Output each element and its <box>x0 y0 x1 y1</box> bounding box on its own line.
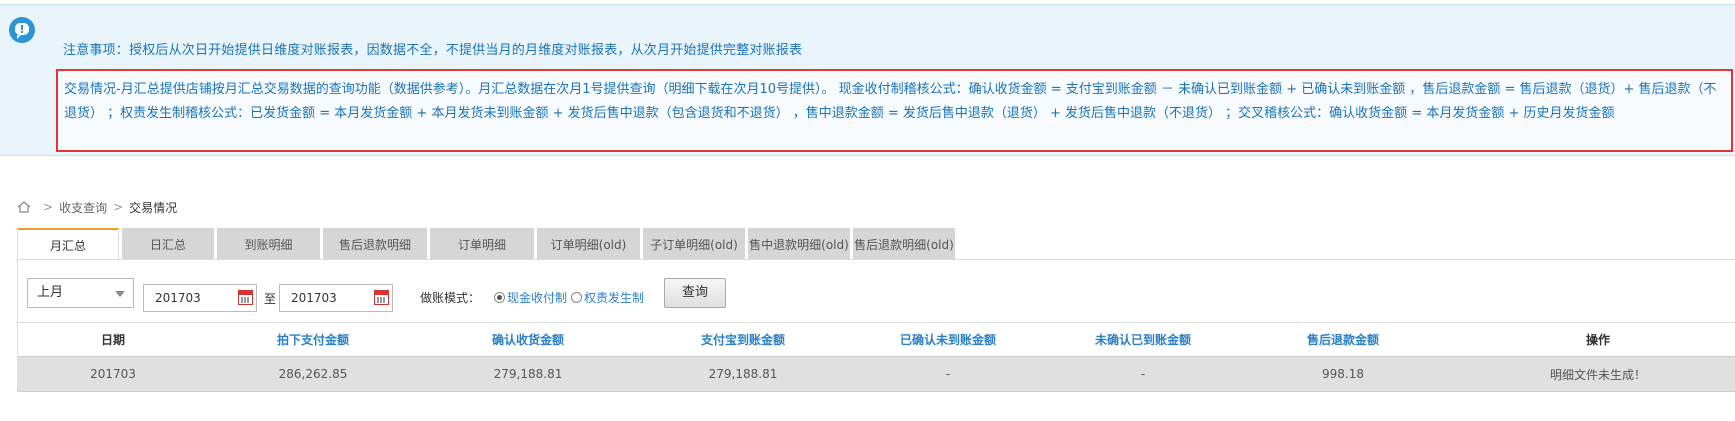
tab-aftersale-refund-detail[interactable]: 售后退款明细 <box>323 228 427 260</box>
tab-insale-refund-detail-old[interactable]: 售中退款明细(old) <box>748 228 850 260</box>
radio-checked-icon <box>494 292 505 303</box>
date-to-value: 201703 <box>291 291 337 305</box>
breadcrumb-item-current: 交易情况 <box>129 200 178 215</box>
cell-unconfirmed-arrived: - <box>1140 367 1146 381</box>
period-select[interactable]: 上月 <box>27 278 134 308</box>
header-unconfirmed-arrived[interactable]: 未确认已到账金额 <box>1048 323 1238 356</box>
period-select-value: 上月 <box>37 285 64 300</box>
header-confirmed-unarrived[interactable]: 已确认未到账金额 <box>848 323 1048 356</box>
cell-action-status: 明细文件未生成！ <box>1549 367 1646 382</box>
mode-accrual-label: 权责发生制 <box>584 291 645 305</box>
cell-confirmed-unarrived: - <box>945 367 951 381</box>
header-actions: 操作 <box>1585 333 1610 347</box>
table-row: 201703 286,262.85 279,188.81 279,188.81 … <box>17 356 1735 392</box>
tab-aftersale-refund-detail-old[interactable]: 售后退款明细(old) <box>853 228 955 260</box>
accounting-mode-label: 做账模式： <box>420 291 481 305</box>
chevron-right-icon: > <box>113 200 124 214</box>
cell-date: 201703 <box>90 367 136 381</box>
message-icon <box>9 17 35 43</box>
tab-suborder-detail-old[interactable]: 子订单明细(old) <box>643 228 745 260</box>
table-header: 日期 拍下支付金额 确认收货金额 支付宝到账金额 已确认未到账金额 未确认已到账… <box>17 322 1735 356</box>
mode-cash-label: 现金收付制 <box>507 291 568 305</box>
cell-paid-amount: 286,262.85 <box>278 367 348 381</box>
tab-order-detail[interactable]: 订单明细 <box>430 228 534 260</box>
notice-panel: 注意事项：授权后从次日开始提供日维度对账报表，因数据不全，不提供当月的月维度对账… <box>0 4 1735 156</box>
mode-accrual-radio[interactable]: 权责发生制 <box>571 289 644 306</box>
radio-unchecked-icon <box>571 292 582 303</box>
cell-confirmed-amount: 279,188.81 <box>493 367 563 381</box>
notice-title: 注意事项：授权后从次日开始提供日维度对账报表，因数据不全，不提供当月的月维度对账… <box>63 43 803 58</box>
header-paid-amount[interactable]: 拍下支付金额 <box>208 323 418 356</box>
tab-order-detail-old[interactable]: 订单明细(old) <box>537 228 640 260</box>
date-to-input[interactable]: 201703 <box>279 284 393 312</box>
header-date: 日期 <box>100 333 125 347</box>
breadcrumb-item-income[interactable]: 收支查询 <box>59 199 107 216</box>
tab-daily-summary[interactable]: 日汇总 <box>122 228 214 260</box>
chevron-down-icon <box>115 291 125 297</box>
chevron-right-icon: > <box>43 200 54 214</box>
header-alipay-amount[interactable]: 支付宝到账金额 <box>638 323 848 356</box>
date-range-separator: 至 <box>264 292 277 306</box>
notice-detail: 交易情况-月汇总提供店铺按月汇总交易数据的查询功能（数据供参考）。月汇总数据在次… <box>56 69 1733 152</box>
cell-aftersale-refund: 998.18 <box>1322 367 1364 381</box>
mode-cash-radio[interactable]: 现金收付制 <box>494 289 567 306</box>
header-aftersale-refund[interactable]: 售后退款金额 <box>1238 323 1448 356</box>
query-button[interactable]: 查询 <box>664 278 726 308</box>
date-from-input[interactable]: 201703 <box>143 284 257 312</box>
tab-arrival-detail[interactable]: 到账明细 <box>217 228 320 260</box>
calendar-icon[interactable] <box>238 290 253 305</box>
cell-alipay-amount: 279,188.81 <box>708 367 778 381</box>
tab-bar: 月汇总 日汇总 到账明细 售后退款明细 订单明细 订单明细(old) 子订单明细… <box>17 228 958 261</box>
summary-table: 日期 拍下支付金额 确认收货金额 支付宝到账金额 已确认未到账金额 未确认已到账… <box>17 322 1735 392</box>
tab-monthly-summary[interactable]: 月汇总 <box>17 228 119 261</box>
date-from-value: 201703 <box>155 291 201 305</box>
home-icon[interactable] <box>17 201 31 213</box>
breadcrumb: > 收支查询 > 交易情况 <box>17 197 177 217</box>
calendar-icon[interactable] <box>374 290 389 305</box>
header-confirmed-amount[interactable]: 确认收货金额 <box>418 323 638 356</box>
filter-bar: 上月 201703 至 201703 做账模式： 现金收付制 权责发生制 查询 <box>17 260 1735 322</box>
